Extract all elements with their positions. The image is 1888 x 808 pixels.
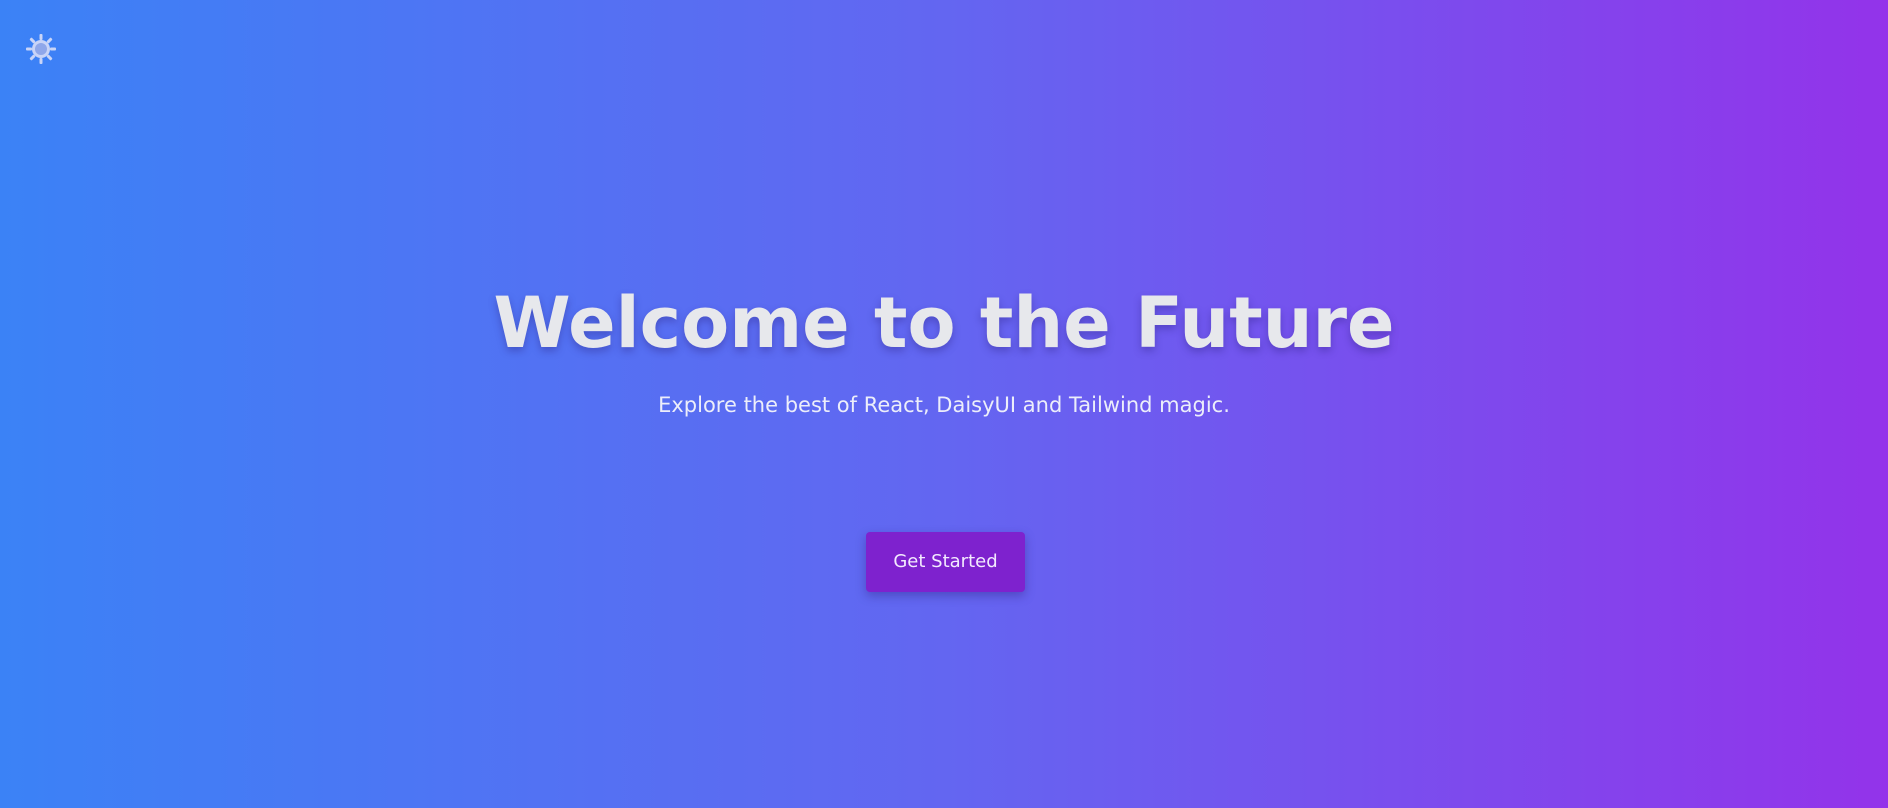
hero-title: Welcome to the Future xyxy=(493,282,1395,364)
sun-icon xyxy=(26,34,56,64)
hero-subtitle: Explore the best of React, DaisyUI and T… xyxy=(658,393,1230,417)
hero-section: Welcome to the Future Explore the best o… xyxy=(0,0,1888,808)
get-started-button[interactable]: Get Started xyxy=(866,532,1025,592)
theme-toggle-button[interactable] xyxy=(24,32,58,66)
